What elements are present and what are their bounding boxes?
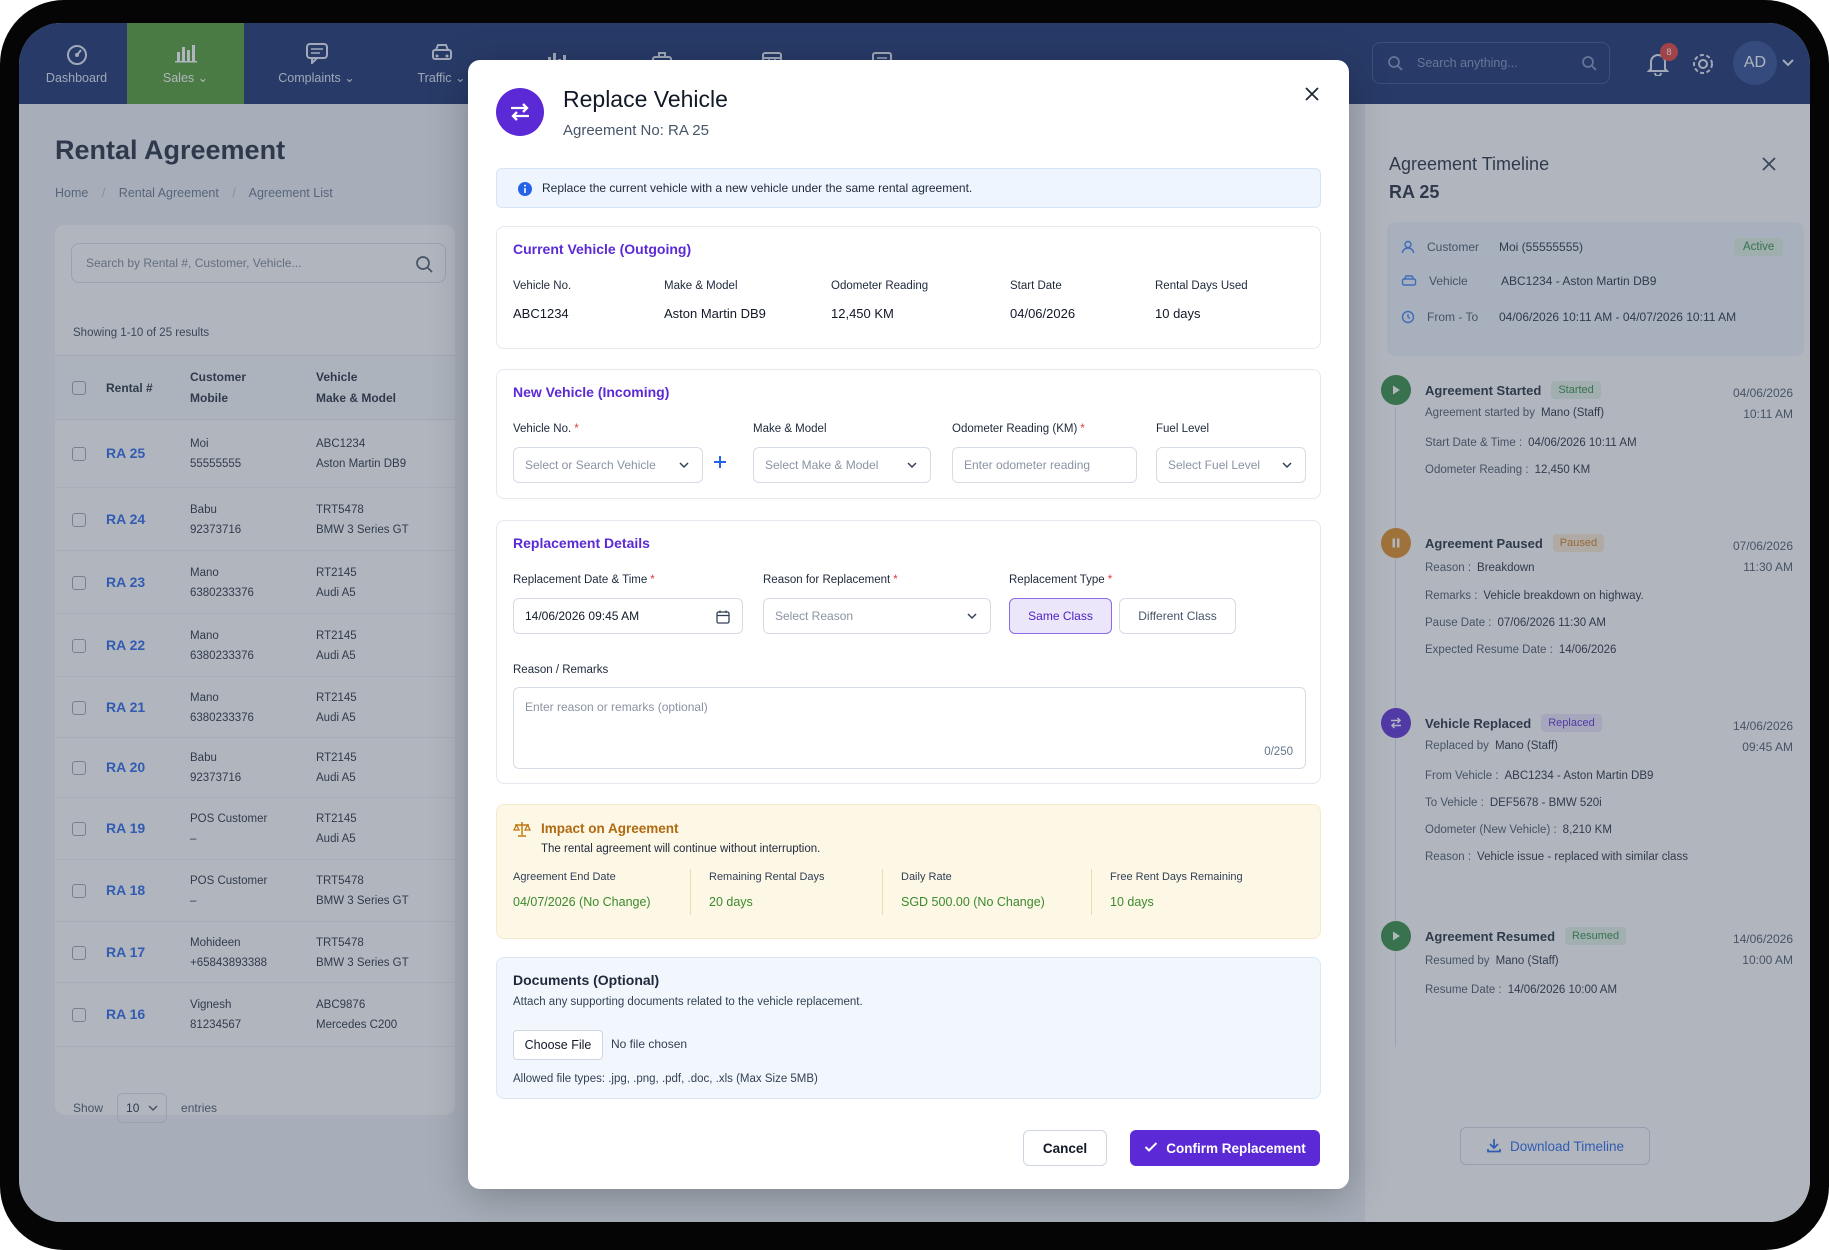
field-label: Fuel Level (1156, 423, 1210, 435)
remarks-placeholder: Enter reason or remarks (optional) (525, 700, 708, 714)
reason-placeholder: Select Reason (775, 609, 854, 623)
vehicle-select[interactable]: Select or Search Vehicle (513, 447, 703, 483)
impact-remaining-days: Remaining Rental Days 20 days (709, 871, 825, 909)
confirm-replacement-button[interactable]: Confirm Replacement (1130, 1130, 1320, 1166)
current-odometer: 12,450 KM (831, 306, 894, 321)
section-title: Replacement Details (513, 535, 650, 551)
file-status: No file chosen (611, 1037, 688, 1051)
same-class-option[interactable]: Same Class (1009, 598, 1112, 634)
field-label: Reason / Remarks (513, 664, 609, 676)
modal-subtitle: Agreement No: RA 25 (563, 122, 709, 139)
field-label: Replacement Type * (1009, 574, 1113, 586)
chevron-down-icon (967, 613, 977, 620)
vehicle-placeholder: Select or Search Vehicle (525, 458, 656, 472)
replacement-details-section: Replacement Details Replacement Date & T… (496, 520, 1321, 784)
field-label: Odometer Reading (KM) * (952, 423, 1085, 435)
replace-vehicle-modal: Replace Vehicle Agreement No: RA 25 Repl… (468, 60, 1349, 1189)
field-label: Replacement Date & Time * (513, 574, 655, 586)
calendar-icon (716, 610, 730, 624)
current-vehicle-section: Current Vehicle (Outgoing) Vehicle No. A… (496, 226, 1321, 349)
chevron-down-icon (1282, 462, 1292, 469)
chevron-down-icon (679, 462, 689, 469)
field-label: Vehicle No. * (513, 423, 579, 435)
documents-section: Documents (Optional) Attach any supporti… (496, 957, 1321, 1099)
field-label: Reason for Replacement * (763, 574, 898, 586)
impact-subtitle: The rental agreement will continue witho… (541, 843, 821, 855)
impact-free-days: Free Rent Days Remaining 10 days (1110, 871, 1243, 909)
section-title: New Vehicle (Incoming) (513, 384, 670, 400)
replacement-datetime-input[interactable]: 14/06/2026 09:45 AM (513, 598, 743, 634)
make-model-placeholder: Select Make & Model (765, 458, 879, 472)
allowed-file-types: Allowed file types: .jpg, .png, .pdf, .d… (513, 1073, 818, 1085)
different-class-option[interactable]: Different Class (1119, 598, 1236, 634)
close-icon[interactable] (1304, 86, 1320, 107)
replacement-datetime-value: 14/06/2026 09:45 AM (525, 609, 640, 623)
divider (690, 869, 691, 915)
divider (1091, 869, 1092, 915)
current-vehicle-no: ABC1234 (513, 306, 569, 321)
info-text: Replace the current vehicle with a new v… (542, 181, 973, 195)
plus-icon (714, 456, 726, 468)
choose-file-button[interactable]: Choose File (513, 1030, 603, 1060)
impact-daily-rate: Daily Rate SGD 500.00 (No Change) (901, 871, 1045, 909)
impact-title: Impact on Agreement (541, 821, 679, 836)
modal-title: Replace Vehicle (563, 86, 728, 112)
field-label: Vehicle No. (513, 280, 572, 292)
impact-end-date: Agreement End Date 04/07/2026 (No Change) (513, 871, 651, 909)
info-icon (517, 181, 533, 200)
divider (882, 869, 883, 915)
new-vehicle-section: New Vehicle (Incoming) Vehicle No. * Sele… (496, 369, 1321, 499)
field-label: Make & Model (664, 280, 738, 292)
documents-title: Documents (Optional) (513, 972, 660, 988)
check-icon (1144, 1141, 1158, 1156)
odometer-placeholder: Enter odometer reading (964, 458, 1091, 472)
device-frame: Dashboard Sales ⌄ Complaints ⌄ Traffic ⌄ (0, 0, 1829, 1250)
field-label: Make & Model (753, 423, 827, 435)
field-label: Start Date (1010, 280, 1062, 292)
swap-icon (496, 88, 544, 136)
impact-on-agreement: Impact on Agreement The rental agreement… (496, 804, 1321, 939)
current-rental-days: 10 days (1155, 306, 1201, 321)
app-screen: Dashboard Sales ⌄ Complaints ⌄ Traffic ⌄ (19, 23, 1810, 1222)
current-make-model: Aston Martin DB9 (664, 306, 766, 321)
info-banner: Replace the current vehicle with a new v… (496, 168, 1321, 208)
fuel-level-select[interactable]: Select Fuel Level (1156, 447, 1306, 483)
add-vehicle-button[interactable] (712, 450, 728, 476)
reason-select[interactable]: Select Reason (763, 598, 991, 634)
field-label: Rental Days Used (1155, 280, 1248, 292)
documents-subtitle: Attach any supporting documents related … (513, 996, 863, 1008)
make-model-select[interactable]: Select Make & Model (753, 447, 931, 483)
confirm-replacement-label: Confirm Replacement (1166, 1140, 1306, 1156)
chevron-down-icon (907, 462, 917, 469)
odometer-input[interactable]: Enter odometer reading (952, 447, 1137, 483)
scale-icon (512, 821, 532, 842)
field-label: Odometer Reading (831, 280, 929, 292)
fuel-level-placeholder: Select Fuel Level (1168, 458, 1261, 472)
section-title: Current Vehicle (Outgoing) (513, 241, 692, 257)
current-start-date: 04/06/2026 (1010, 306, 1076, 321)
remarks-textarea[interactable]: Enter reason or remarks (optional) 0/250 (513, 687, 1306, 769)
remarks-char-count: 0/250 (1264, 746, 1293, 758)
cancel-button[interactable]: Cancel (1023, 1130, 1107, 1166)
